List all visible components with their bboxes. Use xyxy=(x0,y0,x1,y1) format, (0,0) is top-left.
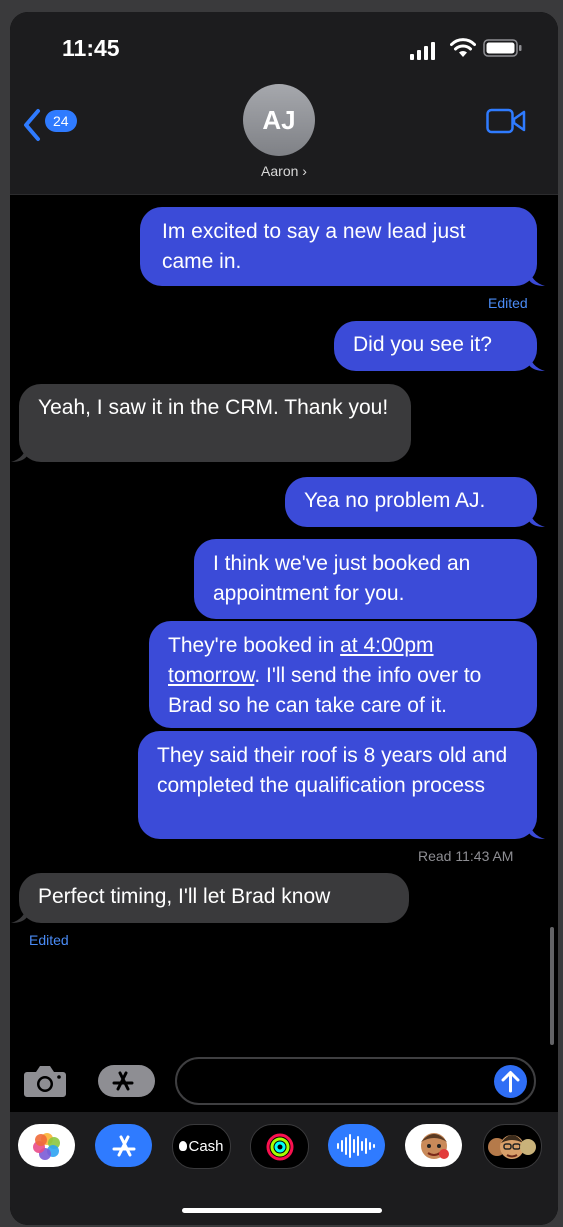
message-thread: Im excited to say a new lead just came i… xyxy=(10,194,558,1054)
bubble-tail xyxy=(11,905,27,923)
app-store-app-button[interactable] xyxy=(95,1124,152,1167)
app-store-icon xyxy=(112,1071,134,1091)
message-outgoing[interactable]: Did you see it? xyxy=(334,321,545,371)
chevron-left-icon xyxy=(24,109,40,141)
message-bubble: Perfect timing, I'll let Brad know xyxy=(19,873,409,923)
status-bar: 11:45 xyxy=(10,12,558,84)
send-button[interactable] xyxy=(494,1065,527,1098)
bubble-tail xyxy=(529,821,545,839)
waveform-icon xyxy=(337,1134,375,1158)
app-store-apps-button[interactable] xyxy=(98,1065,155,1097)
unread-count-badge[interactable]: 24 xyxy=(45,110,77,132)
message-bubble: They said their roof is 8 years old and … xyxy=(138,731,537,839)
bubble-tail xyxy=(529,353,545,371)
apple-cash-app-button[interactable]: Cash xyxy=(172,1124,231,1169)
messages-screen: 11:45 24 AJ Aaron › Im excited to say a … xyxy=(10,12,558,1225)
message-bubble: Yea no problem AJ. xyxy=(285,477,537,527)
apple-logo-icon xyxy=(179,1141,188,1151)
memoji-faces-icon xyxy=(488,1135,536,1159)
message-outgoing[interactable]: Im excited to say a new lead just came i… xyxy=(140,207,545,286)
message-outgoing[interactable]: Yea no problem AJ. xyxy=(285,477,545,527)
photos-flower-icon xyxy=(33,1133,60,1160)
message-bubble: Yeah, I saw it in the CRM. Thank you! xyxy=(19,384,411,462)
camera-icon[interactable] xyxy=(23,1064,67,1098)
conversation-header: 24 AJ Aaron › xyxy=(10,84,558,195)
wifi-icon xyxy=(450,38,476,57)
photos-app-button[interactable] xyxy=(18,1124,75,1167)
memoji-app-button[interactable] xyxy=(483,1124,542,1169)
message-bubble: Did you see it? xyxy=(334,321,537,371)
cash-label: Cash xyxy=(188,1138,224,1155)
battery-icon xyxy=(483,39,522,57)
read-receipt: Read 11:43 AM xyxy=(418,848,514,864)
cellular-signal-icon xyxy=(410,42,435,60)
contact-name[interactable]: Aaron › xyxy=(10,163,558,179)
message-text: They're booked in xyxy=(168,634,341,657)
back-button[interactable] xyxy=(22,108,42,147)
bubble-tail xyxy=(11,444,27,462)
bubble-tail xyxy=(529,509,545,527)
message-outgoing[interactable]: They're booked in at 4:00pm tomorrow. I'… xyxy=(149,621,537,728)
edited-label: Edited xyxy=(488,295,528,311)
audio-message-app-button[interactable] xyxy=(328,1124,385,1167)
activity-rings-icon xyxy=(266,1133,294,1161)
message-composer xyxy=(10,1052,558,1112)
message-outgoing[interactable]: They said their roof is 8 years old and … xyxy=(138,731,545,839)
memoji-face-icon xyxy=(421,1133,449,1159)
scrollbar[interactable] xyxy=(550,927,554,1045)
message-bubble: They're booked in at 4:00pm tomorrow. I'… xyxy=(149,621,537,728)
app-store-a-icon xyxy=(112,1135,136,1157)
message-incoming[interactable]: Perfect timing, I'll let Brad know xyxy=(11,873,409,923)
memoji-stickers-app-button[interactable] xyxy=(405,1124,462,1167)
contact-avatar[interactable]: AJ xyxy=(243,84,315,156)
facetime-video-icon[interactable] xyxy=(486,108,526,134)
message-bubble: I think we've just booked an appointment… xyxy=(194,539,537,619)
edited-label: Edited xyxy=(29,932,69,948)
bubble-tail xyxy=(529,268,545,286)
imessage-text-field[interactable] xyxy=(175,1057,536,1105)
arrow-up-icon xyxy=(501,1071,520,1093)
message-bubble: Im excited to say a new lead just came i… xyxy=(140,207,537,286)
home-indicator[interactable] xyxy=(182,1208,382,1213)
imessage-app-drawer: Cash xyxy=(10,1112,558,1225)
message-outgoing[interactable]: I think we've just booked an appointment… xyxy=(194,539,537,619)
message-incoming[interactable]: Yeah, I saw it in the CRM. Thank you! xyxy=(11,384,411,462)
fitness-app-button[interactable] xyxy=(250,1124,309,1169)
status-time: 11:45 xyxy=(62,35,120,61)
